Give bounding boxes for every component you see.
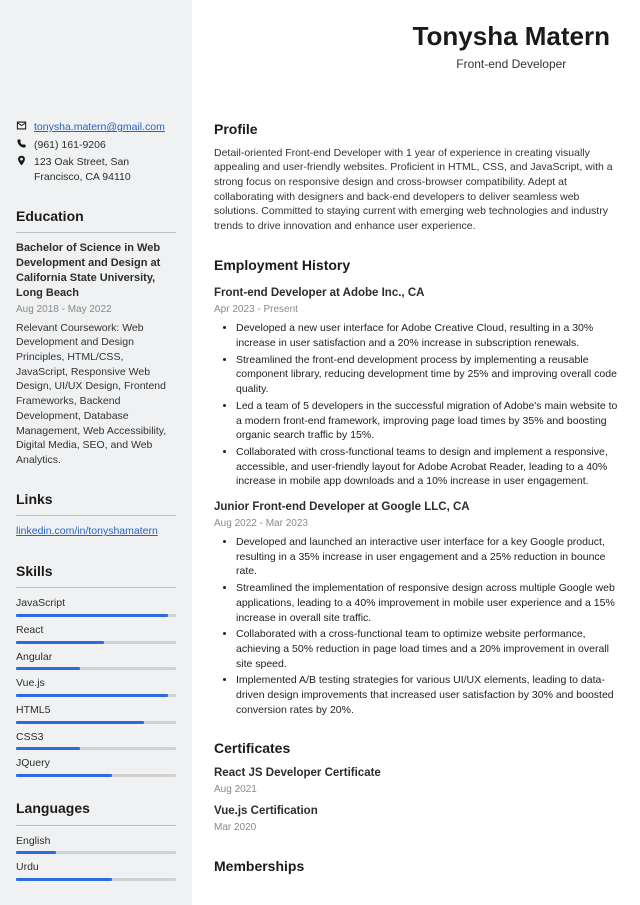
divider bbox=[16, 232, 176, 233]
phone-icon bbox=[16, 138, 27, 149]
skill-row: HTML5 bbox=[16, 703, 176, 724]
job-bullet: Collaborated with a cross-functional tea… bbox=[236, 627, 618, 671]
language-bar bbox=[16, 851, 176, 854]
certificates-section: Certificates React JS Developer Certific… bbox=[214, 739, 618, 835]
skill-bar-fill bbox=[16, 694, 168, 697]
job-bullets: Developed a new user interface for Adobe… bbox=[214, 321, 618, 489]
memberships-section: Memberships bbox=[214, 857, 618, 877]
profile-text: Detail-oriented Front-end Developer with… bbox=[214, 146, 618, 234]
skill-name: Vue.js bbox=[16, 676, 176, 691]
language-row: Urdu bbox=[16, 860, 176, 881]
languages-heading: Languages bbox=[16, 799, 176, 819]
skill-bar bbox=[16, 774, 176, 777]
skill-name: JavaScript bbox=[16, 596, 176, 611]
name-heading: Tonysha Matern bbox=[413, 18, 610, 54]
language-row: English bbox=[16, 834, 176, 855]
job-bullet: Developed and launched an interactive us… bbox=[236, 535, 618, 579]
skill-name: CSS3 bbox=[16, 730, 176, 745]
contact-email-row: tonysha.matern@gmail.com bbox=[16, 120, 176, 135]
language-name: Urdu bbox=[16, 860, 176, 875]
skill-name: JQuery bbox=[16, 756, 176, 771]
certificates-list: React JS Developer Certificate Aug 2021 Vu… bbox=[214, 765, 618, 835]
language-bar-fill bbox=[16, 851, 56, 854]
certificate-date: Mar 2020 bbox=[214, 821, 618, 835]
certificate-name: React JS Developer Certificate bbox=[214, 765, 618, 781]
skill-bar-fill bbox=[16, 614, 168, 617]
skill-bar bbox=[16, 641, 176, 644]
job-bullet: Streamlined the front-end development pr… bbox=[236, 353, 618, 397]
job-bullets: Developed and launched an interactive us… bbox=[214, 535, 618, 717]
skill-bar-fill bbox=[16, 774, 112, 777]
job-title-subheading: Front-end Developer bbox=[413, 56, 610, 73]
email-link[interactable]: tonysha.matern@gmail.com bbox=[34, 120, 165, 135]
skill-bar-fill bbox=[16, 641, 104, 644]
skill-bar bbox=[16, 667, 176, 670]
phone-text: (961) 161-9206 bbox=[34, 138, 106, 153]
education-heading: Education bbox=[16, 207, 176, 227]
skill-bar-fill bbox=[16, 747, 80, 750]
job-dates: Aug 2022 - Mar 2023 bbox=[214, 517, 618, 531]
profile-section: Profile Detail-oriented Front-end Develo… bbox=[214, 120, 618, 234]
skill-name: React bbox=[16, 623, 176, 638]
employment-section: Employment History Front-end Developer a… bbox=[214, 256, 618, 718]
certificates-heading: Certificates bbox=[214, 739, 618, 759]
skill-bar bbox=[16, 614, 176, 617]
employment-heading: Employment History bbox=[214, 256, 618, 276]
language-bar-fill bbox=[16, 878, 112, 881]
skills-list: JavaScript React Angular Vue.js HTML5 CSS3 JQu… bbox=[16, 596, 176, 777]
divider bbox=[16, 587, 176, 588]
skill-bar bbox=[16, 721, 176, 724]
job-bullet: Collaborated with cross-functional teams… bbox=[236, 445, 618, 489]
header: Tonysha Matern Front-end Developer bbox=[413, 18, 610, 73]
job-bullet: Developed a new user interface for Adobe… bbox=[236, 321, 618, 350]
profile-heading: Profile bbox=[214, 120, 618, 140]
skills-heading: Skills bbox=[16, 562, 176, 582]
skill-bar-fill bbox=[16, 667, 80, 670]
job-dates: Apr 2023 - Present bbox=[214, 303, 618, 317]
memberships-heading: Memberships bbox=[214, 857, 618, 877]
email-icon bbox=[16, 120, 27, 131]
education-coursework: Relevant Coursework: Web Development and… bbox=[16, 321, 176, 468]
skill-row: Angular bbox=[16, 650, 176, 671]
language-bar bbox=[16, 878, 176, 881]
skill-bar bbox=[16, 694, 176, 697]
job-title: Junior Front-end Developer at Google LLC… bbox=[214, 499, 618, 515]
main-content: Profile Detail-oriented Front-end Develo… bbox=[192, 0, 640, 905]
education-degree: Bachelor of Science in Web Development a… bbox=[16, 241, 176, 300]
skill-name: Angular bbox=[16, 650, 176, 665]
location-icon bbox=[16, 155, 27, 166]
sidebar: tonysha.matern@gmail.com (961) 161-9206 … bbox=[0, 0, 192, 905]
skill-bar-fill bbox=[16, 721, 144, 724]
education-dates: Aug 2018 - May 2022 bbox=[16, 303, 176, 317]
skill-row: React bbox=[16, 623, 176, 644]
job-bullet: Streamlined the implementation of respon… bbox=[236, 581, 618, 625]
certificate-date: Aug 2021 bbox=[214, 783, 618, 797]
divider bbox=[16, 825, 176, 826]
contact-phone-row: (961) 161-9206 bbox=[16, 138, 176, 153]
job-title: Front-end Developer at Adobe Inc., CA bbox=[214, 285, 618, 301]
skill-row: CSS3 bbox=[16, 730, 176, 751]
skill-row: Vue.js bbox=[16, 676, 176, 697]
jobs-list: Front-end Developer at Adobe Inc., CA Apr… bbox=[214, 285, 618, 717]
skill-bar bbox=[16, 747, 176, 750]
linkedin-link[interactable]: linkedin.com/in/tonyshamatern bbox=[16, 525, 158, 537]
job-bullet: Led a team of 5 developers in the succes… bbox=[236, 399, 618, 443]
skill-row: JavaScript bbox=[16, 596, 176, 617]
skill-row: JQuery bbox=[16, 756, 176, 777]
certificate-name: Vue.js Certification bbox=[214, 803, 618, 819]
address-text: 123 Oak Street, San Francisco, CA 94110 bbox=[34, 155, 176, 184]
language-name: English bbox=[16, 834, 176, 849]
divider bbox=[16, 515, 176, 516]
skill-name: HTML5 bbox=[16, 703, 176, 718]
languages-list: English Urdu bbox=[16, 834, 176, 881]
links-heading: Links bbox=[16, 490, 176, 510]
contact-address-row: 123 Oak Street, San Francisco, CA 94110 bbox=[16, 155, 176, 184]
job-bullet: Implemented A/B testing strategies for v… bbox=[236, 673, 618, 717]
